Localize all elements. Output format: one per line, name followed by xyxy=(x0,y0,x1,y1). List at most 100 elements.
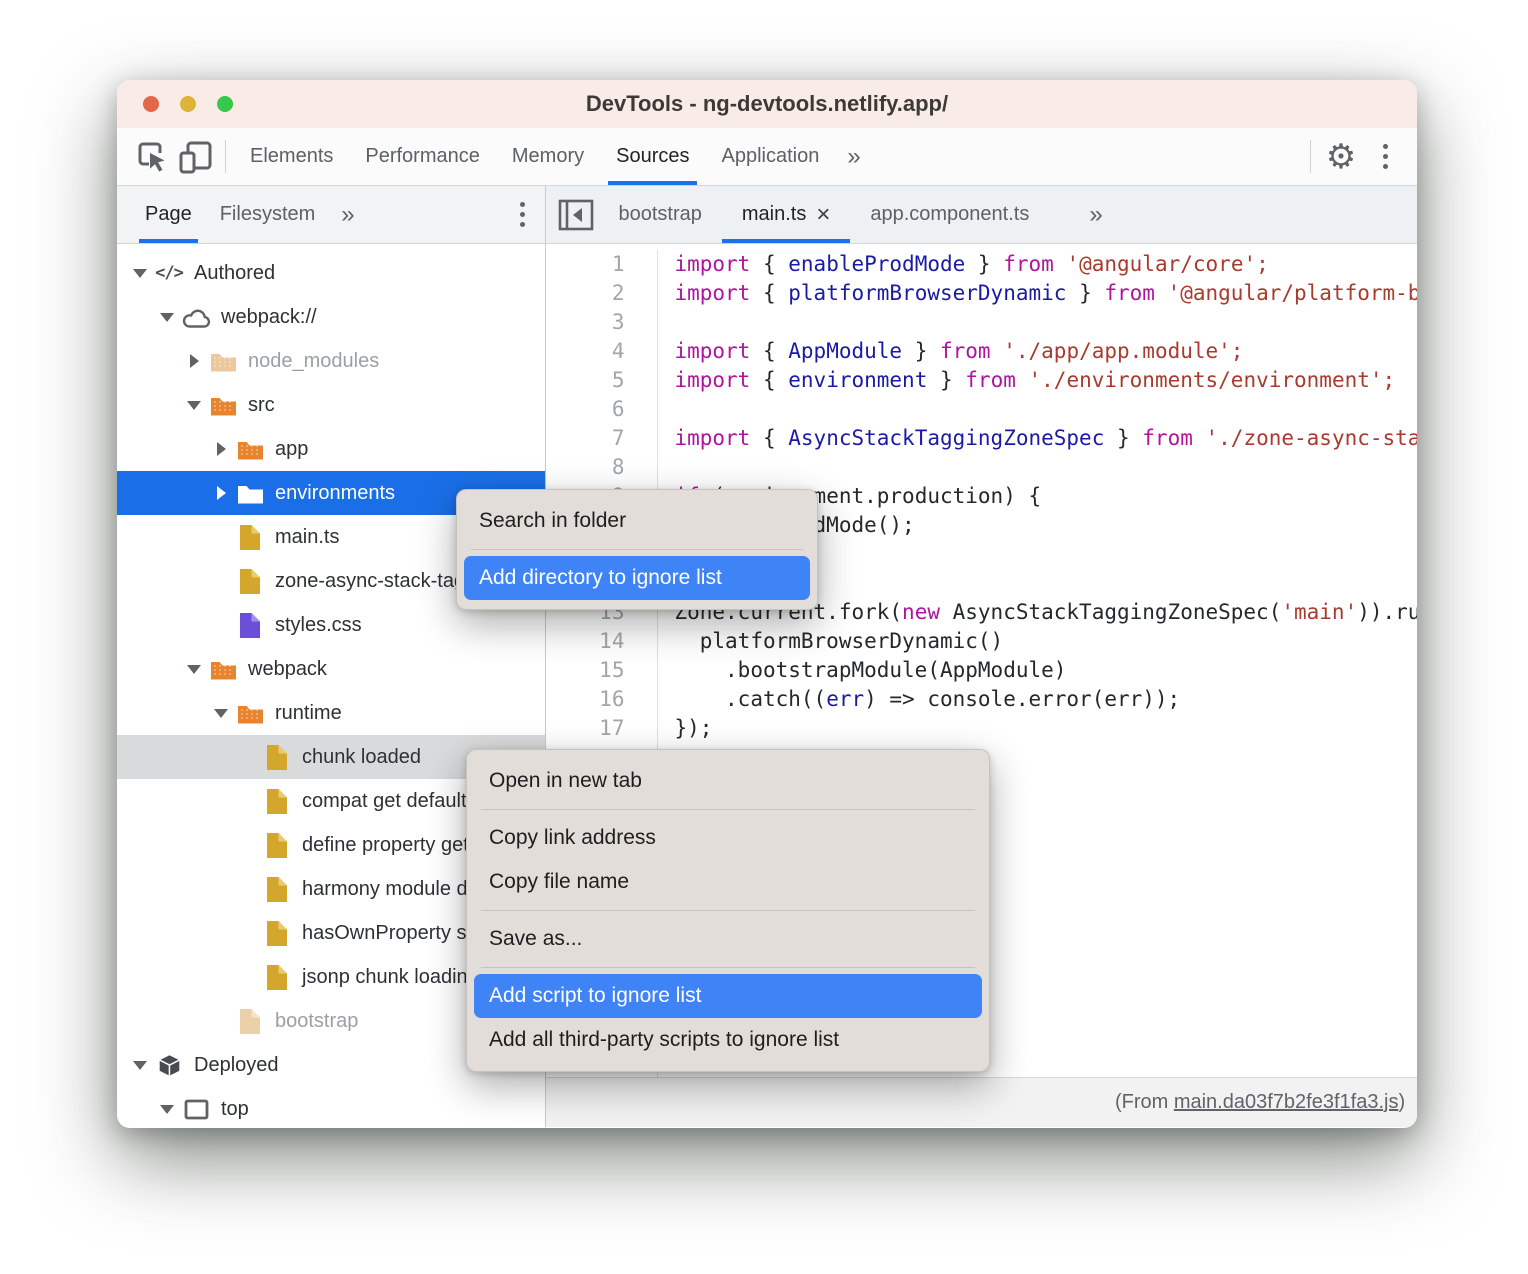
source-map-info: (From main.da03f7b2fe3f1fa3.js) xyxy=(1115,1091,1405,1114)
code-line-1: import { enableProdMode } from '@angular… xyxy=(674,250,1417,279)
tree-item-label: Deployed xyxy=(194,1054,279,1077)
editor-tab-bootstrap[interactable]: bootstrap xyxy=(598,186,721,243)
file-context-menu: Open in new tab Copy link addressCopy fil… xyxy=(466,749,990,1072)
more-panels-chevron[interactable]: » xyxy=(835,128,872,185)
chevron-right-icon[interactable] xyxy=(181,354,207,368)
menu-item-copy-link-address[interactable]: Copy link address xyxy=(474,816,982,860)
chevron-down-icon[interactable] xyxy=(154,313,180,322)
cloud-icon xyxy=(180,306,212,329)
line-number[interactable]: 15 xyxy=(546,656,624,685)
source-map-link[interactable]: main.da03f7b2fe3f1fa3.js xyxy=(1174,1091,1399,1113)
panel-tabs: Elements Performance Memory Sources Applicat… xyxy=(234,128,835,185)
line-number[interactable]: 16 xyxy=(546,685,624,714)
device-toolbar-icon[interactable] xyxy=(173,128,217,185)
line-number[interactable]: 2 xyxy=(546,279,624,308)
tree-item-app[interactable]: app xyxy=(117,427,545,471)
tree-item-top[interactable]: top xyxy=(117,1087,545,1127)
sidebar-tabs: Page Filesystem xyxy=(131,186,329,243)
title-bar: DevTools - ng-devtools.netlify.app/ xyxy=(117,80,1417,128)
line-number[interactable]: 8 xyxy=(546,453,624,482)
chevron-down-icon[interactable] xyxy=(181,665,207,674)
file-yellow xyxy=(261,788,293,815)
editor-tab-bar: bootstrap main.ts × app.component.ts » xyxy=(546,186,1417,244)
chevron-down-icon[interactable] xyxy=(127,1061,153,1070)
tab-label: main.ts xyxy=(742,203,806,226)
code-line-2: import { platformBrowserDynamic } from '… xyxy=(674,279,1417,308)
editor-tab-main-ts[interactable]: main.ts × xyxy=(722,186,850,243)
line-number[interactable]: 14 xyxy=(546,627,624,656)
tree-item-label: main.ts xyxy=(275,526,339,549)
line-number[interactable]: 4 xyxy=(546,337,624,366)
sidebar-more-tabs-chevron[interactable]: » xyxy=(329,186,366,243)
inspect-element-icon[interactable] xyxy=(129,128,173,185)
code-line-3 xyxy=(674,308,1417,337)
line-number[interactable]: 5 xyxy=(546,366,624,395)
line-number[interactable]: 7 xyxy=(546,424,624,453)
menu-item-copy-file-name[interactable]: Copy file name xyxy=(474,860,982,904)
editor-tab-app-component-ts[interactable]: app.component.ts xyxy=(850,186,1049,243)
panel-tab-sources[interactable]: Sources xyxy=(600,128,705,185)
menu-item-open-in-new-tab[interactable]: Open in new tab xyxy=(474,759,982,803)
from-suffix: ) xyxy=(1398,1091,1405,1113)
editor-tabs: bootstrap main.ts × app.component.ts xyxy=(598,186,1049,243)
folder-dim xyxy=(207,351,239,372)
sidebar-tab-page[interactable]: Page xyxy=(131,186,206,243)
panel-tab-elements[interactable]: Elements xyxy=(234,128,349,185)
tab-label: Application xyxy=(721,145,819,168)
menu-item-search-in-folder[interactable]: Search in folder xyxy=(464,499,810,543)
chevron-down-icon[interactable] xyxy=(154,1105,180,1114)
folder-orange xyxy=(207,395,239,416)
tab-label: Performance xyxy=(365,145,480,168)
tree-item-node-modules[interactable]: node_modules xyxy=(117,339,545,383)
file-yellow xyxy=(234,568,266,595)
tree-item-runtime[interactable]: runtime xyxy=(117,691,545,735)
menu-item-add-directory-to-ignore-list[interactable]: Add directory to ignore list xyxy=(464,556,810,600)
code-icon: </> xyxy=(153,263,185,283)
line-number[interactable]: 17 xyxy=(546,714,624,743)
editor-more-tabs-chevron[interactable]: » xyxy=(1077,186,1114,243)
panel-tab-application[interactable]: Application xyxy=(705,128,835,185)
chevron-down-icon[interactable] xyxy=(208,709,234,718)
close-tab-icon[interactable]: × xyxy=(816,203,830,227)
tab-label: app.component.ts xyxy=(870,203,1029,226)
menu-item-add-all-third-party-scripts-to-ignore-list[interactable]: Add all third-party scripts to ignore li… xyxy=(474,1018,982,1062)
chevron-down-icon[interactable] xyxy=(181,401,207,410)
tab-label: Sources xyxy=(616,145,689,168)
file-yellow xyxy=(234,524,266,551)
chevron-down-icon[interactable] xyxy=(127,269,153,278)
panel-tab-memory[interactable]: Memory xyxy=(496,128,600,185)
file-purple xyxy=(234,612,266,639)
panel-tab-performance[interactable]: Performance xyxy=(349,128,496,185)
menu-item-save-as[interactable]: Save as... xyxy=(474,917,982,961)
editor-status-bar: (From main.da03f7b2fe3f1fa3.js) Coverage… xyxy=(546,1077,1417,1127)
chevron-right-icon[interactable] xyxy=(208,442,234,456)
settings-gear-icon[interactable]: ⚙ xyxy=(1319,128,1363,185)
code-line-15: .bootstrapModule(AppModule) xyxy=(674,656,1417,685)
devtools-toolbar: Elements Performance Memory Sources Applicat… xyxy=(117,128,1417,186)
line-number[interactable]: 1 xyxy=(546,250,624,279)
tree-item-label: node_modules xyxy=(248,350,379,373)
code-line-17: }); xyxy=(674,714,1417,743)
sidebar-tab-filesystem[interactable]: Filesystem xyxy=(206,186,330,243)
file-yellow xyxy=(261,832,293,859)
menu-separator xyxy=(471,549,803,550)
chevron-right-icon[interactable] xyxy=(208,486,234,500)
tree-item-webpack[interactable]: webpack:// xyxy=(117,295,545,339)
line-number[interactable]: 3 xyxy=(546,308,624,337)
menu-item-add-script-to-ignore-list[interactable]: Add script to ignore list xyxy=(474,974,982,1018)
tree-item-authored[interactable]: </>Authored xyxy=(117,251,545,295)
tree-item-label: webpack xyxy=(248,658,327,681)
tab-label: Filesystem xyxy=(220,203,316,226)
tree-item-label: environments xyxy=(275,482,395,505)
line-number[interactable]: 6 xyxy=(546,395,624,424)
sidebar-tab-bar: Page Filesystem » xyxy=(117,186,545,244)
tree-item-src[interactable]: src xyxy=(117,383,545,427)
tree-item-label: styles.css xyxy=(275,614,362,637)
tree-item-webpack[interactable]: webpack xyxy=(117,647,545,691)
collapse-sidebar-icon[interactable] xyxy=(554,186,598,243)
sidebar-kebab-icon[interactable] xyxy=(520,186,545,243)
customize-kebab-icon[interactable] xyxy=(1363,128,1407,185)
code-line-14: platformBrowserDynamic() xyxy=(674,627,1417,656)
tree-item-label: webpack:// xyxy=(221,306,317,329)
tab-label: Elements xyxy=(250,145,333,168)
